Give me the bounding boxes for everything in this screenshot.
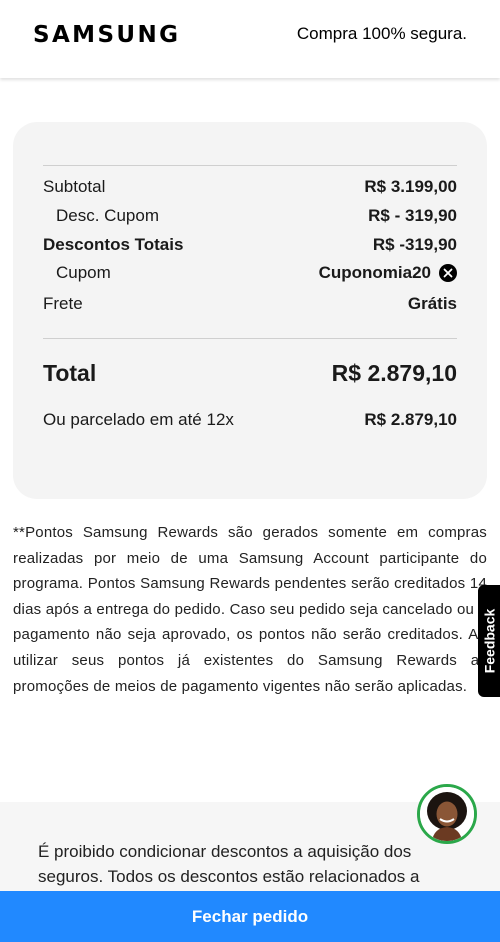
divider bbox=[43, 165, 457, 166]
subtotal-value: R$ 3.199,00 bbox=[364, 177, 457, 196]
insurance-text: É proibido condicionar descontos a aquis… bbox=[38, 842, 420, 886]
rewards-disclaimer: **Pontos Samsung Rewards são gerados som… bbox=[13, 524, 487, 695]
subtotal-row: Subtotal R$ 3.199,00 bbox=[43, 177, 457, 197]
coupon-label: Cupom bbox=[56, 263, 111, 282]
feedback-tab[interactable]: Feedback bbox=[478, 585, 500, 697]
total-value: R$ 2.879,10 bbox=[331, 360, 457, 386]
shipping-value: Grátis bbox=[407, 294, 457, 313]
coupon-discount-label: Desc. Cupom bbox=[56, 206, 159, 225]
shipping-row: Frete Grátis bbox=[43, 294, 457, 314]
installments-row: Ou parcelado em até 12x R$ 2.879,10 bbox=[43, 410, 457, 430]
feedback-label: Feedback bbox=[481, 608, 497, 674]
order-summary-card: Subtotal R$ 3.199,00 Desc. Cupom R$ - 31… bbox=[13, 122, 487, 499]
total-discounts-value: R$ -319,90 bbox=[372, 235, 457, 254]
close-circle-icon[interactable] bbox=[439, 264, 457, 282]
coupon-code: Cuponomia20 bbox=[318, 263, 431, 282]
installments-value: R$ 2.879,10 bbox=[364, 410, 457, 429]
close-order-button[interactable]: Fechar pedido bbox=[0, 891, 500, 942]
coupon-discount-value: R$ - 319,90 bbox=[368, 206, 457, 225]
secure-purchase-text: Compra 100% segura. bbox=[296, 24, 467, 43]
subtotal-label: Subtotal bbox=[43, 177, 106, 196]
coupon-row: Cupom Cuponomia20 bbox=[43, 263, 457, 283]
total-row: Total R$ 2.879,10 bbox=[43, 360, 457, 387]
chat-agent-avatar[interactable] bbox=[417, 784, 477, 844]
total-label: Total bbox=[43, 360, 97, 386]
coupon-discount-row: Desc. Cupom R$ - 319,90 bbox=[43, 206, 457, 226]
installments-label: Ou parcelado em até 12x bbox=[43, 410, 234, 429]
total-discounts-row: Descontos Totais R$ -319,90 bbox=[43, 235, 457, 255]
shipping-label: Frete bbox=[43, 294, 83, 313]
coupon-code-group: Cuponomia20 bbox=[319, 263, 457, 283]
header: SAMSUNG Compra 100% segura. bbox=[0, 0, 500, 78]
samsung-logo[interactable]: SAMSUNG bbox=[33, 22, 180, 48]
total-discounts-label: Descontos Totais bbox=[43, 235, 184, 254]
divider bbox=[43, 338, 457, 339]
